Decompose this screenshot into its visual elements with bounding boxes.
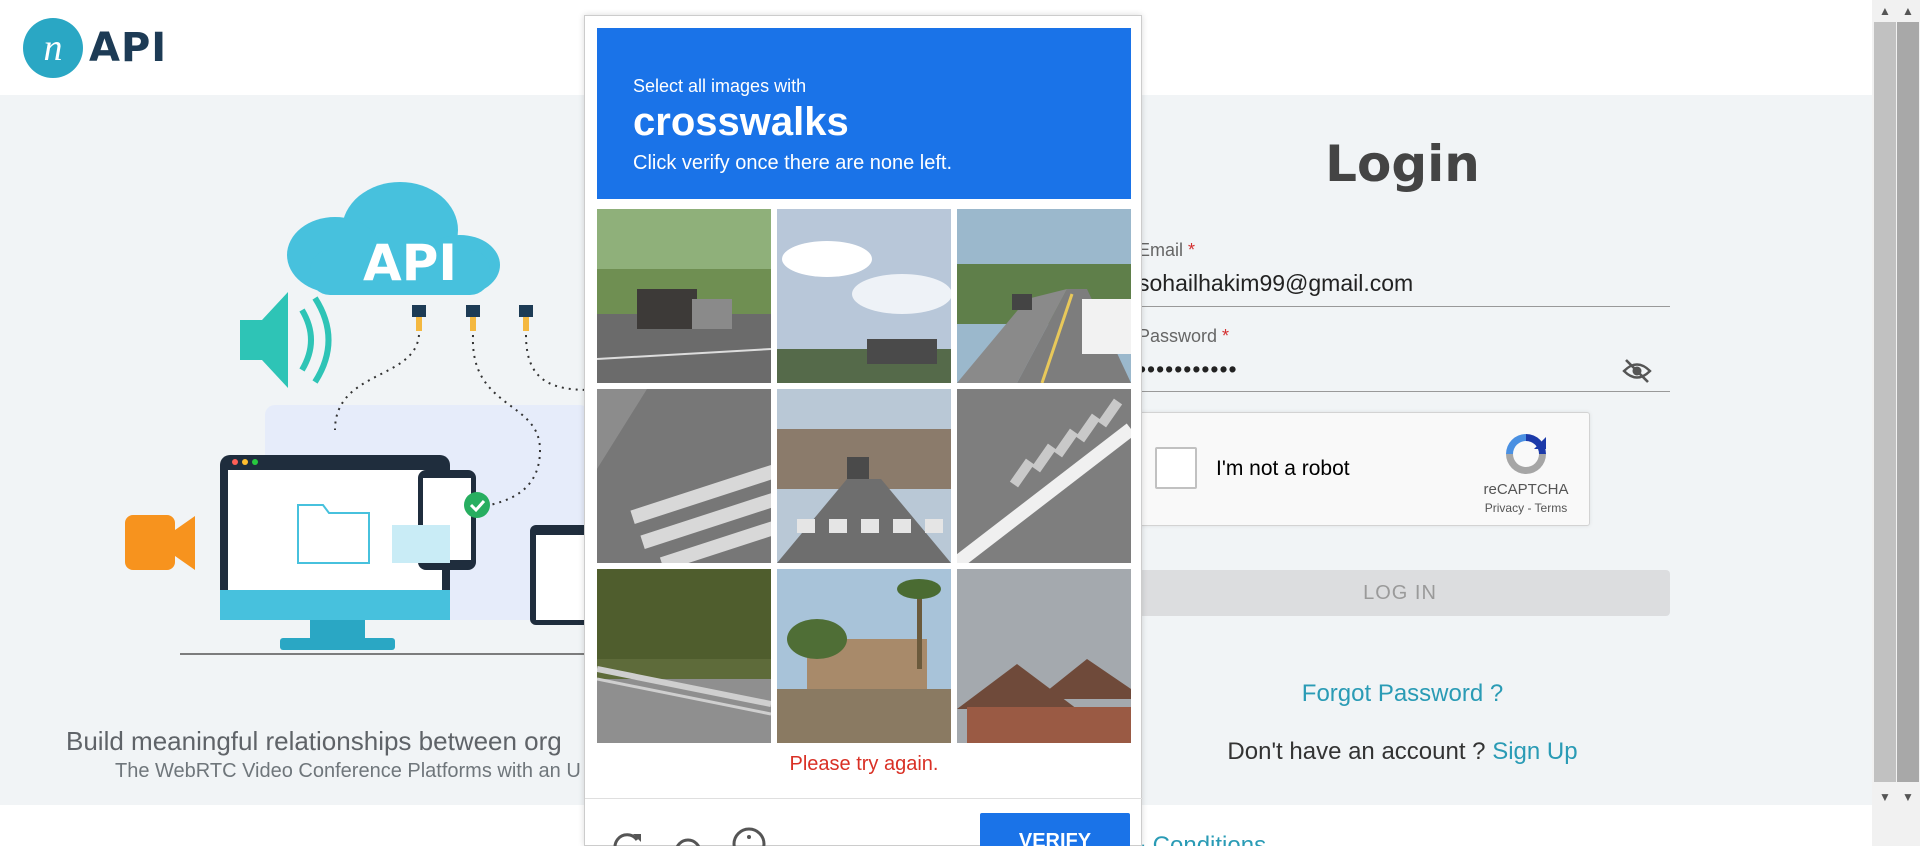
forgot-password-link[interactable]: Forgot Password ? <box>1280 680 1525 708</box>
login-button[interactable]: LOG IN <box>1130 570 1670 616</box>
recaptcha-checkbox[interactable] <box>1155 447 1197 489</box>
captcha-error: Please try again. <box>789 753 939 775</box>
info-icon[interactable] <box>731 826 767 846</box>
captcha-tile-9[interactable] <box>957 569 1131 743</box>
password-underline <box>1130 391 1670 392</box>
scroll-up-icon[interactable]: ▲ <box>1900 4 1916 18</box>
captcha-header: Select all images with crosswalks Click … <box>597 28 1131 199</box>
captcha-tile-5[interactable] <box>777 389 951 563</box>
password-label: Password * <box>1138 326 1230 346</box>
verify-button[interactable]: VERIFY <box>980 813 1130 846</box>
captcha-target: crosswalks <box>633 100 849 144</box>
password-field[interactable]: ••••••••••• <box>1138 356 1238 383</box>
recaptcha-logo-icon <box>1506 434 1546 474</box>
captcha-footer-divider <box>585 798 1143 799</box>
signup-link[interactable]: Sign Up <box>1492 738 1577 765</box>
email-underline <box>1130 306 1670 307</box>
captcha-tile-7[interactable] <box>597 569 771 743</box>
subtagline: The WebRTC Video Conference Platforms wi… <box>115 760 581 782</box>
captcha-tile-2[interactable] <box>777 209 951 383</box>
captcha-tile-3[interactable] <box>957 209 1131 383</box>
no-account-text: Don't have an account ? <box>1227 738 1486 765</box>
captcha-tile-8[interactable] <box>777 569 951 743</box>
signup-row: Don't have an account ? Sign Up <box>1180 738 1625 766</box>
captcha-tile-6[interactable] <box>957 389 1131 563</box>
recaptcha-links[interactable]: Privacy - Terms <box>1471 501 1581 515</box>
tagline: Build meaningful relationships between o… <box>66 726 562 756</box>
scrollbar-thumb-outer[interactable] <box>1897 22 1919 782</box>
audio-icon[interactable] <box>670 826 706 846</box>
logo-text: API <box>89 25 168 71</box>
captcha-instruction: Select all images with <box>633 76 807 96</box>
speaker-icon <box>240 292 332 388</box>
captcha-tile-1[interactable] <box>597 209 771 383</box>
brand-logo[interactable]: n API <box>23 18 167 78</box>
login-title: Login <box>1325 135 1480 193</box>
email-label: Email * <box>1138 240 1196 260</box>
hero-illustration: API <box>125 182 590 655</box>
cloud-label: API <box>363 234 457 292</box>
recaptcha-label: I'm not a robot <box>1216 457 1350 480</box>
terms-link[interactable]: & Conditions <box>1130 832 1266 846</box>
logo-mark-icon: n <box>23 18 83 78</box>
scroll-down-icon[interactable]: ▼ <box>1877 790 1893 804</box>
captcha-subtext: Click verify once there are none left. <box>633 152 953 174</box>
required-mark: * <box>1222 326 1230 346</box>
scroll-up-icon[interactable]: ▲ <box>1877 4 1893 18</box>
camera-icon <box>125 515 195 570</box>
captcha-tile-4[interactable] <box>597 389 771 563</box>
recaptcha-brand: reCAPTCHA <box>1483 481 1569 498</box>
email-field[interactable]: sohailhakim99@gmail.com <box>1138 270 1413 297</box>
scrollbar-thumb[interactable] <box>1874 22 1896 782</box>
scroll-down-icon[interactable]: ▼ <box>1900 790 1916 804</box>
recaptcha-widget: I'm not a robot reCAPTCHA Privacy - Term… <box>1130 412 1590 526</box>
reload-icon[interactable] <box>609 826 645 846</box>
eye-off-icon[interactable] <box>1622 358 1652 384</box>
required-mark: * <box>1188 240 1196 260</box>
captcha-challenge: Select all images with crosswalks Click … <box>584 15 1143 846</box>
